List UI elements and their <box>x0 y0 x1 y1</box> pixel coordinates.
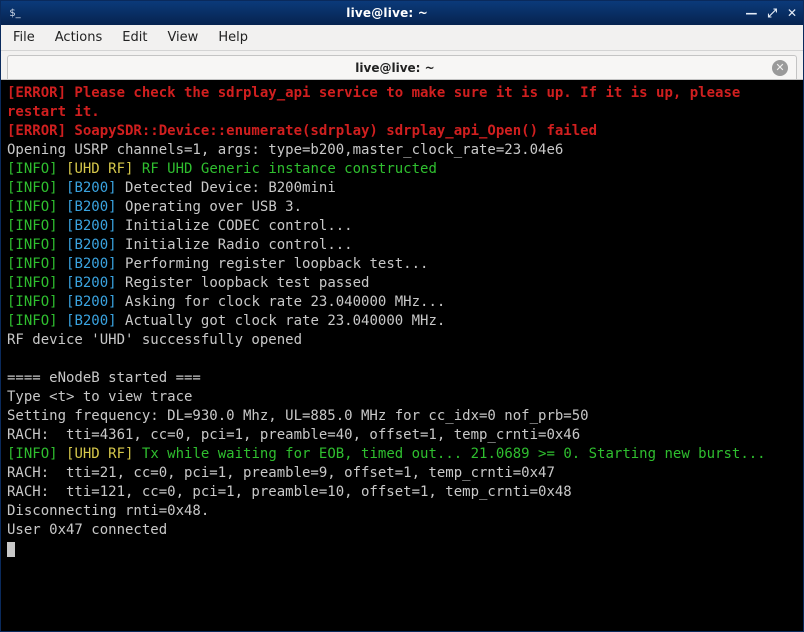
menu-file[interactable]: File <box>13 30 35 45</box>
window-controls: — ⤢ ✕ <box>745 7 797 19</box>
info-tag: [INFO] <box>7 161 58 177</box>
log-line: ==== eNodeB started === <box>7 370 201 386</box>
log-line: Disconnecting rnti=0x48. <box>7 503 209 519</box>
log-line: Initialize Radio control... <box>125 237 353 253</box>
log-line: User 0x47 connected <box>7 522 167 538</box>
info-tag: [INFO] <box>7 218 58 234</box>
terminal-icon: $_ <box>7 5 23 21</box>
log-line: RACH: tti=121, cc=0, pci=1, preamble=10,… <box>7 484 572 500</box>
minimize-button[interactable]: — <box>745 7 757 19</box>
b200-tag: [B200] <box>66 294 117 310</box>
log-line: Setting frequency: DL=930.0 Mhz, UL=885.… <box>7 408 589 424</box>
info-tag: [INFO] <box>7 275 58 291</box>
info-tag: [INFO] <box>7 446 58 462</box>
window-titlebar[interactable]: $_ live@live: ~ — ⤢ ✕ <box>1 1 803 25</box>
tab-label: live@live: ~ <box>18 61 772 75</box>
window-title: live@live: ~ <box>29 6 745 20</box>
log-line: Opening USRP channels=1, args: type=b200… <box>7 142 563 158</box>
b200-tag: [B200] <box>66 275 117 291</box>
terminal-output[interactable]: [ERROR] Please check the sdrplay_api ser… <box>1 80 803 631</box>
log-line: Register loopback test passed <box>125 275 369 291</box>
info-tag: [INFO] <box>7 237 58 253</box>
terminal-window: $_ live@live: ~ — ⤢ ✕ File Actions Edit … <box>0 0 804 632</box>
b200-tag: [B200] <box>66 237 117 253</box>
menu-view[interactable]: View <box>167 30 198 45</box>
log-line: RF UHD Generic instance constructed <box>142 161 437 177</box>
info-tag: [INFO] <box>7 313 58 329</box>
log-error: [ERROR] SoapySDR::Device::enumerate(sdrp… <box>7 123 597 139</box>
b200-tag: [B200] <box>66 313 117 329</box>
log-line: RACH: tti=21, cc=0, pci=1, preamble=9, o… <box>7 465 555 481</box>
menubar: File Actions Edit View Help <box>1 25 803 51</box>
log-line: Performing register loopback test... <box>125 256 428 272</box>
b200-tag: [B200] <box>66 199 117 215</box>
tab-bar: live@live: ~ ✕ <box>1 51 803 80</box>
menu-help[interactable]: Help <box>218 30 248 45</box>
menu-actions[interactable]: Actions <box>55 30 103 45</box>
log-line: RF device 'UHD' successfully opened <box>7 332 302 348</box>
cursor <box>7 542 15 557</box>
maximize-button[interactable]: ⤢ <box>767 7 777 19</box>
log-line: Type <t> to view trace <box>7 389 192 405</box>
log-line: Actually got clock rate 23.040000 MHz. <box>125 313 445 329</box>
log-line: Asking for clock rate 23.040000 MHz... <box>125 294 445 310</box>
log-line: RACH: tti=4361, cc=0, pci=1, preamble=40… <box>7 427 580 443</box>
b200-tag: [B200] <box>66 218 117 234</box>
b200-tag: [B200] <box>66 180 117 196</box>
close-button[interactable]: ✕ <box>787 7 797 19</box>
info-tag: [INFO] <box>7 199 58 215</box>
uhd-rf-tag: [UHD RF] <box>66 446 133 462</box>
uhd-rf-tag: [UHD RF] <box>66 161 133 177</box>
info-tag: [INFO] <box>7 294 58 310</box>
log-line: Initialize CODEC control... <box>125 218 353 234</box>
terminal-tab[interactable]: live@live: ~ ✕ <box>7 55 797 79</box>
menu-edit[interactable]: Edit <box>122 30 147 45</box>
log-line: Tx while waiting for EOB, timed out... 2… <box>142 446 766 462</box>
log-line: Detected Device: B200mini <box>125 180 336 196</box>
info-tag: [INFO] <box>7 180 58 196</box>
b200-tag: [B200] <box>66 256 117 272</box>
log-error: [ERROR] Please check the sdrplay_api ser… <box>7 85 749 120</box>
tab-close-icon[interactable]: ✕ <box>772 60 788 76</box>
log-line: Operating over USB 3. <box>125 199 302 215</box>
info-tag: [INFO] <box>7 256 58 272</box>
